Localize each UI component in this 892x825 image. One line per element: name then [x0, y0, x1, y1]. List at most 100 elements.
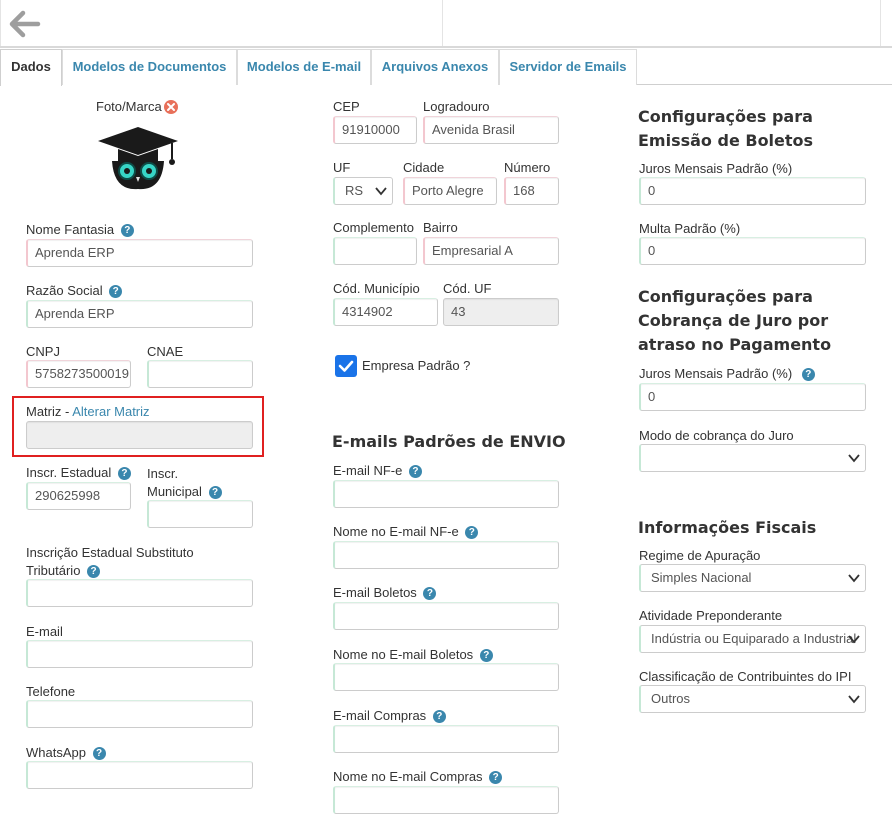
uf-label: UF [333, 160, 351, 175]
remove-photo-button[interactable] [163, 99, 179, 115]
toolbar-divider [880, 0, 881, 46]
logradouro-input[interactable]: Avenida Brasil [423, 116, 559, 144]
question-circle-icon[interactable]: ? [408, 465, 422, 478]
tab-dados[interactable]: Dados [0, 49, 62, 86]
cnae-input[interactable] [147, 360, 253, 388]
emails-section-title: E-mails Padrões de ENVIO [332, 432, 566, 451]
regime-label: Regime de Apuração [639, 548, 761, 563]
tab-modelos-email[interactable]: Modelos de E-mail [237, 49, 371, 85]
classificacao-select[interactable]: Outros [639, 685, 866, 713]
nome-email-boletos-label: Nome no E-mail Boletos ? [333, 647, 493, 662]
razao-social-label: Razão Social ? [26, 283, 123, 298]
nome-email-compras-label: Nome no E-mail Compras ? [333, 769, 503, 784]
multa-label: Multa Padrão (%) [639, 221, 741, 236]
checkmark-icon [338, 360, 354, 372]
juros-mensais-2-input[interactable]: 0 [639, 383, 866, 411]
empresa-padrao-checkbox[interactable] [335, 355, 357, 377]
chevron-down-icon [848, 635, 860, 644]
toolbar-divider [442, 0, 443, 46]
complemento-label: Complemento [333, 220, 414, 235]
numero-label: Número [504, 160, 551, 175]
complemento-input[interactable] [333, 237, 417, 265]
telefone-input[interactable] [26, 700, 253, 728]
email-compras-label: E-mail Compras ? [333, 708, 446, 723]
whatsapp-input[interactable] [26, 761, 253, 789]
cep-input[interactable]: 91910000 [333, 116, 417, 144]
telefone-label: Telefone [26, 684, 76, 699]
cidade-label: Cidade [403, 160, 445, 175]
nome-email-nfe-input[interactable] [333, 541, 559, 569]
back-button[interactable] [8, 8, 42, 40]
bairro-label: Bairro [423, 220, 458, 235]
question-circle-icon[interactable]: ? [92, 747, 106, 760]
tab-arquivos-anexos[interactable]: Arquivos Anexos [371, 49, 499, 85]
uf-select[interactable]: RS [333, 177, 393, 205]
email-label: E-mail [26, 624, 63, 639]
atividade-select[interactable]: Indústria ou Equiparado a Industrial [639, 625, 866, 653]
graduation-cap-owl-logo [98, 127, 178, 190]
chevron-down-icon [848, 695, 860, 704]
inscr-estadual-input[interactable]: 290625998 [26, 482, 131, 510]
empresa-padrao-label: Empresa Padrão ? [362, 358, 471, 373]
question-circle-icon[interactable]: ? [423, 587, 437, 600]
inscr-estadual-label: Inscr. Estadual ? [26, 465, 131, 480]
email-boletos-label: E-mail Boletos ? [333, 585, 437, 600]
cnpj-label: CNPJ [26, 344, 60, 359]
tab-modelos-documentos[interactable]: Modelos de Documentos [62, 49, 237, 85]
modo-cobranca-label: Modo de cobrança do Juro [639, 428, 794, 443]
top-toolbar [0, 0, 892, 48]
cep-label: CEP [333, 99, 360, 114]
cod-uf-input: 43 [443, 298, 559, 326]
juros-mensais-2-label: Juros Mensais Padrão (%) ? [639, 366, 815, 381]
question-circle-icon[interactable]: ? [208, 486, 222, 499]
alterar-matriz-link[interactable]: Alterar Matriz [72, 404, 149, 419]
razao-social-input[interactable]: Aprenda ERP [26, 300, 253, 328]
nome-fantasia-input[interactable]: Aprenda ERP [26, 239, 253, 267]
email-compras-input[interactable] [333, 725, 559, 753]
question-circle-icon[interactable]: ? [801, 368, 815, 381]
modo-cobranca-select[interactable] [639, 444, 866, 472]
question-circle-icon[interactable]: ? [109, 285, 123, 298]
boletos-section-title: Configurações para Emissão de Boletos [638, 107, 814, 150]
cod-municipio-input[interactable]: 4314902 [333, 298, 438, 326]
juros-mensais-input[interactable]: 0 [639, 177, 866, 205]
cod-municipio-label: Cód. Município [333, 281, 420, 296]
inscr-municipal-label: Inscr. Municipal ? [147, 465, 222, 501]
email-boletos-input[interactable] [333, 602, 559, 630]
matriz-input [26, 421, 253, 449]
whatsapp-label: WhatsApp ? [26, 745, 106, 760]
nome-email-compras-input[interactable] [333, 786, 559, 814]
multa-input[interactable]: 0 [639, 237, 866, 265]
email-input[interactable] [26, 640, 253, 668]
question-circle-icon[interactable]: ? [120, 224, 134, 237]
fiscais-section-title: Informações Fiscais [638, 518, 817, 537]
question-circle-icon[interactable]: ? [465, 526, 479, 539]
email-nfe-label: E-mail NF-e ? [333, 463, 422, 478]
question-circle-icon[interactable]: ? [489, 771, 503, 784]
question-circle-icon[interactable]: ? [87, 565, 101, 578]
cobranca-section-title: Configurações para Cobrança de Juro por at… [638, 287, 832, 354]
nome-email-nfe-label: Nome no E-mail NF-e ? [333, 524, 479, 539]
cnpj-input[interactable]: 5758273500019 [26, 360, 131, 388]
question-circle-icon[interactable]: ? [117, 467, 131, 480]
email-nfe-input[interactable] [333, 480, 559, 508]
ie-st-input[interactable] [26, 579, 253, 607]
close-circle-icon [164, 100, 178, 114]
nome-email-boletos-input[interactable] [333, 663, 559, 691]
logradouro-label: Logradouro [423, 99, 490, 114]
nome-fantasia-label: Nome Fantasia ? [26, 222, 134, 237]
arrow-left-icon [9, 10, 41, 38]
ie-st-label: Inscrição Estadual Substituto Tributário … [26, 545, 194, 578]
regime-select[interactable]: Simples Nacional [639, 564, 866, 592]
chevron-down-icon [375, 187, 387, 196]
tab-servidor-emails[interactable]: Servidor de Emails [499, 49, 637, 85]
tab-bar: Dados Modelos de Documentos Modelos de E… [0, 49, 892, 86]
atividade-label: Atividade Preponderante [639, 608, 783, 623]
chevron-down-icon [848, 454, 860, 463]
question-circle-icon[interactable]: ? [479, 649, 493, 662]
bairro-input[interactable]: Empresarial A [423, 237, 559, 265]
question-circle-icon[interactable]: ? [432, 710, 446, 723]
inscr-municipal-input[interactable] [147, 500, 253, 528]
numero-input[interactable]: 168 [504, 177, 559, 205]
cidade-input[interactable]: Porto Alegre [403, 177, 497, 205]
